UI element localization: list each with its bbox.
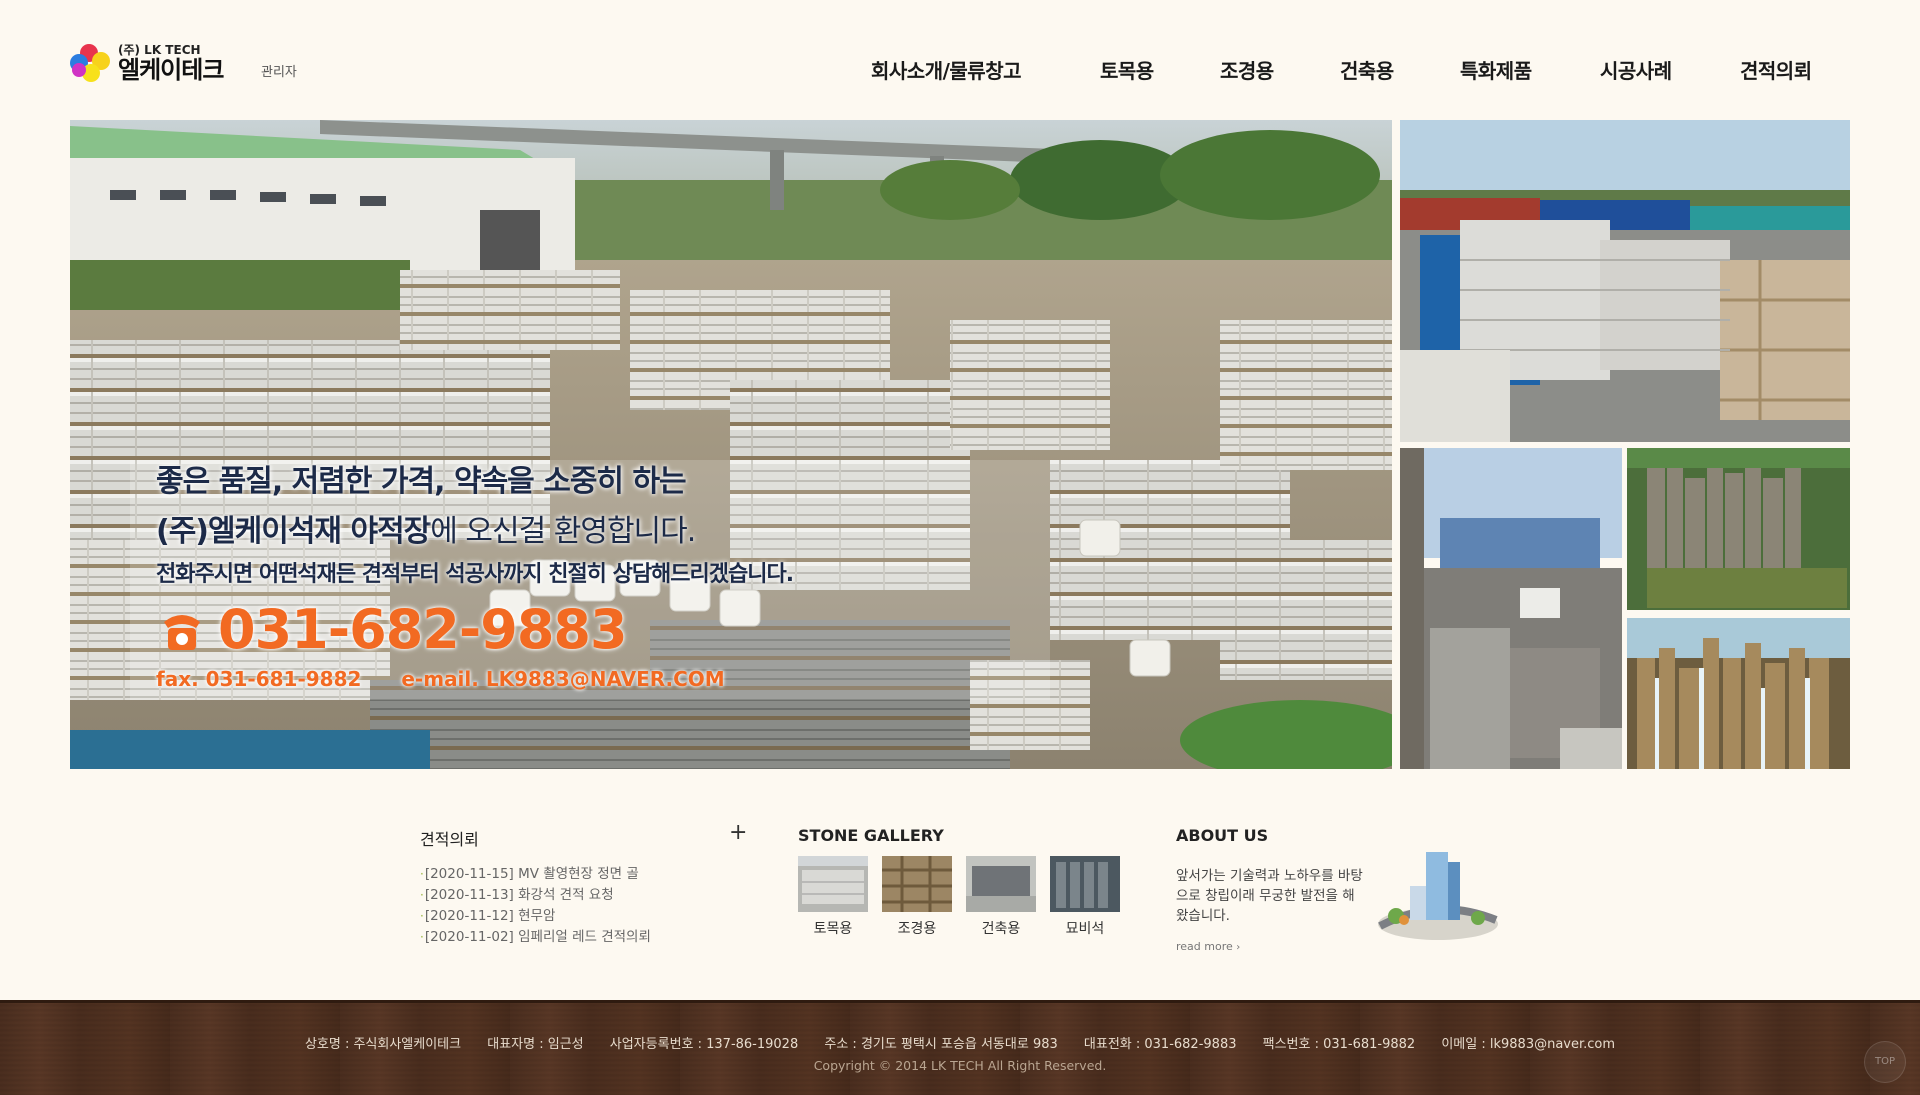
quote-box-title: 견적의뢰 <box>420 830 479 849</box>
footer-address: 주소 : 경기도 평택시 포승읍 서동대로 983 <box>824 1037 1058 1052</box>
gallery-thumb-image <box>1050 856 1120 912</box>
hero-phone-row: 031-682-9883 <box>156 598 1156 661</box>
hero-text-block: 좋은 품질, 저렴한 가격, 약속을 소중히 하는 (주)엘케이석재 야적장에 … <box>156 456 1156 691</box>
building-illustration-icon <box>1374 846 1502 946</box>
nav-landscape[interactable]: 조경용 <box>1220 55 1274 84</box>
chevron-right-icon: › <box>1236 942 1241 953</box>
hero-fax: fax. 031-681-9882 <box>156 667 362 691</box>
hero-contact-row: fax. 031-681-9882 e-mail. LK9883@NAVER.C… <box>156 667 1156 691</box>
nav-quote-request[interactable]: 견적의뢰 <box>1740 55 1812 84</box>
footer-tel: 대표전화 : 031-682-9883 <box>1083 1037 1237 1052</box>
footer-copyright: Copyright © 2014 LK TECH All Right Reser… <box>813 1058 1107 1073</box>
list-item[interactable]: ·[2020-11-15] MV 촬영현장 정면 골 <box>420 864 746 885</box>
gallery-title: STONE GALLERY <box>798 826 944 845</box>
quote-request-box: 견적의뢰 + ·[2020-11-15] MV 촬영현장 정면 골 ·[2020… <box>420 822 747 948</box>
list-item[interactable]: ·[2020-11-12] 현무암 <box>420 906 746 927</box>
gallery-thumb-image <box>882 856 952 912</box>
footer-email: 이메일 : lk9883@naver.com <box>1441 1037 1616 1052</box>
nav-civil[interactable]: 토목용 <box>1100 55 1154 84</box>
stone-waterfall-photo-2 <box>1627 618 1850 769</box>
read-more-link[interactable]: read more › <box>1176 940 1240 953</box>
hero-phone-number[interactable]: 031-682-9883 <box>218 598 628 661</box>
quote-link[interactable]: [2020-11-15] MV 촬영현장 정면 골 <box>425 866 639 882</box>
quote-link[interactable]: [2020-11-02] 임페리얼 레드 견적의뢰 <box>425 929 651 945</box>
footer-ceo: 대표자명 : 임근성 <box>487 1037 584 1052</box>
stone-gallery: STONE GALLERY 토목용 조경용 건축용 묘비석 <box>798 826 1138 937</box>
list-item[interactable]: ·[2020-11-02] 임페리얼 레드 견적의뢰 <box>420 927 746 948</box>
footer-company: 상호명 : 주식회사엘케이테크 <box>304 1037 462 1052</box>
gallery-thumb-image <box>966 856 1036 912</box>
gallery-caption: 묘비석 <box>1065 921 1105 937</box>
hero-line-2: (주)엘케이석재 야적장에 오신걸 환영합니다. <box>156 506 1156 550</box>
gallery-item-civil[interactable]: 토목용 <box>798 856 868 938</box>
main-nav: 회사소개/물류창고 토목용 조경용 건축용 특화제품 시공사례 견적의뢰 <box>0 55 1920 85</box>
nav-special-products[interactable]: 특화제품 <box>1460 55 1532 84</box>
hero-line-1: 좋은 품질, 저렴한 가격, 약속을 소중히 하는 <box>156 464 687 499</box>
about-text: 앞서가는 기술력과 노하우를 바탕으로 창립이래 무궁한 발전을 해왔습니다. <box>1176 868 1363 924</box>
gallery-item-tombstone[interactable]: 묘비석 <box>1050 856 1120 938</box>
gallery-caption: 토목용 <box>813 921 853 937</box>
quote-list: ·[2020-11-15] MV 촬영현장 정면 골 ·[2020-11-13]… <box>420 864 746 948</box>
gallery-thumb-image <box>798 856 868 912</box>
footer-business-number: 사업자등록번호 : 137-86-19028 <box>609 1037 799 1052</box>
footer-fax: 팩스번호 : 031-681-9882 <box>1262 1037 1416 1052</box>
container-yard-photo <box>1400 120 1850 442</box>
plus-icon[interactable]: + <box>729 822 747 844</box>
gallery-item-landscape[interactable]: 조경용 <box>882 856 952 938</box>
quote-link[interactable]: [2020-11-13] 화강석 견적 요청 <box>425 887 614 903</box>
quote-link[interactable]: [2020-11-12] 현무암 <box>425 908 556 924</box>
hero-line-3: 전화주시면 어떤석재든 견적부터 석공사까지 친절히 상담해드리겠습니다. <box>156 562 794 587</box>
hero-banner: 좋은 품질, 저렴한 가격, 약속을 소중히 하는 (주)엘케이석재 야적장에 … <box>70 120 1392 769</box>
gallery-caption: 건축용 <box>981 921 1021 937</box>
site-footer: 상호명 : 주식회사엘케이테크 대표자명 : 임근성 사업자등록번호 : 137… <box>0 1000 1920 1095</box>
stone-waterfall-photo-1 <box>1627 448 1850 610</box>
stone-warehouse-photo <box>1400 448 1622 769</box>
nav-construction-cases[interactable]: 시공사례 <box>1600 55 1672 84</box>
footer-company-info: 상호명 : 주식회사엘케이테크 대표자명 : 임근성 사업자등록번호 : 137… <box>0 1033 1920 1052</box>
nav-company-warehouse[interactable]: 회사소개/물류창고 <box>871 55 1022 84</box>
about-title: ABOUT US <box>1176 826 1269 845</box>
hero-email[interactable]: e-mail. LK9883@NAVER.COM <box>401 667 724 691</box>
hero-company-name: (주)엘케이석재 야적장 <box>156 514 431 549</box>
scroll-top-button[interactable]: TOP <box>1864 1041 1906 1083</box>
read-more-label: read more <box>1176 940 1233 953</box>
list-item[interactable]: ·[2020-11-13] 화강석 견적 요청 <box>420 885 746 906</box>
phone-icon <box>156 604 208 656</box>
hero-welcome: 에 오신걸 환영합니다. <box>430 514 696 549</box>
gallery-caption: 조경용 <box>897 921 937 937</box>
nav-architecture[interactable]: 건축용 <box>1340 55 1394 84</box>
about-us-box: ABOUT US 앞서가는 기술력과 노하우를 바탕으로 창립이래 무궁한 발전… <box>1176 826 1516 956</box>
gallery-item-architecture[interactable]: 건축용 <box>966 856 1036 938</box>
